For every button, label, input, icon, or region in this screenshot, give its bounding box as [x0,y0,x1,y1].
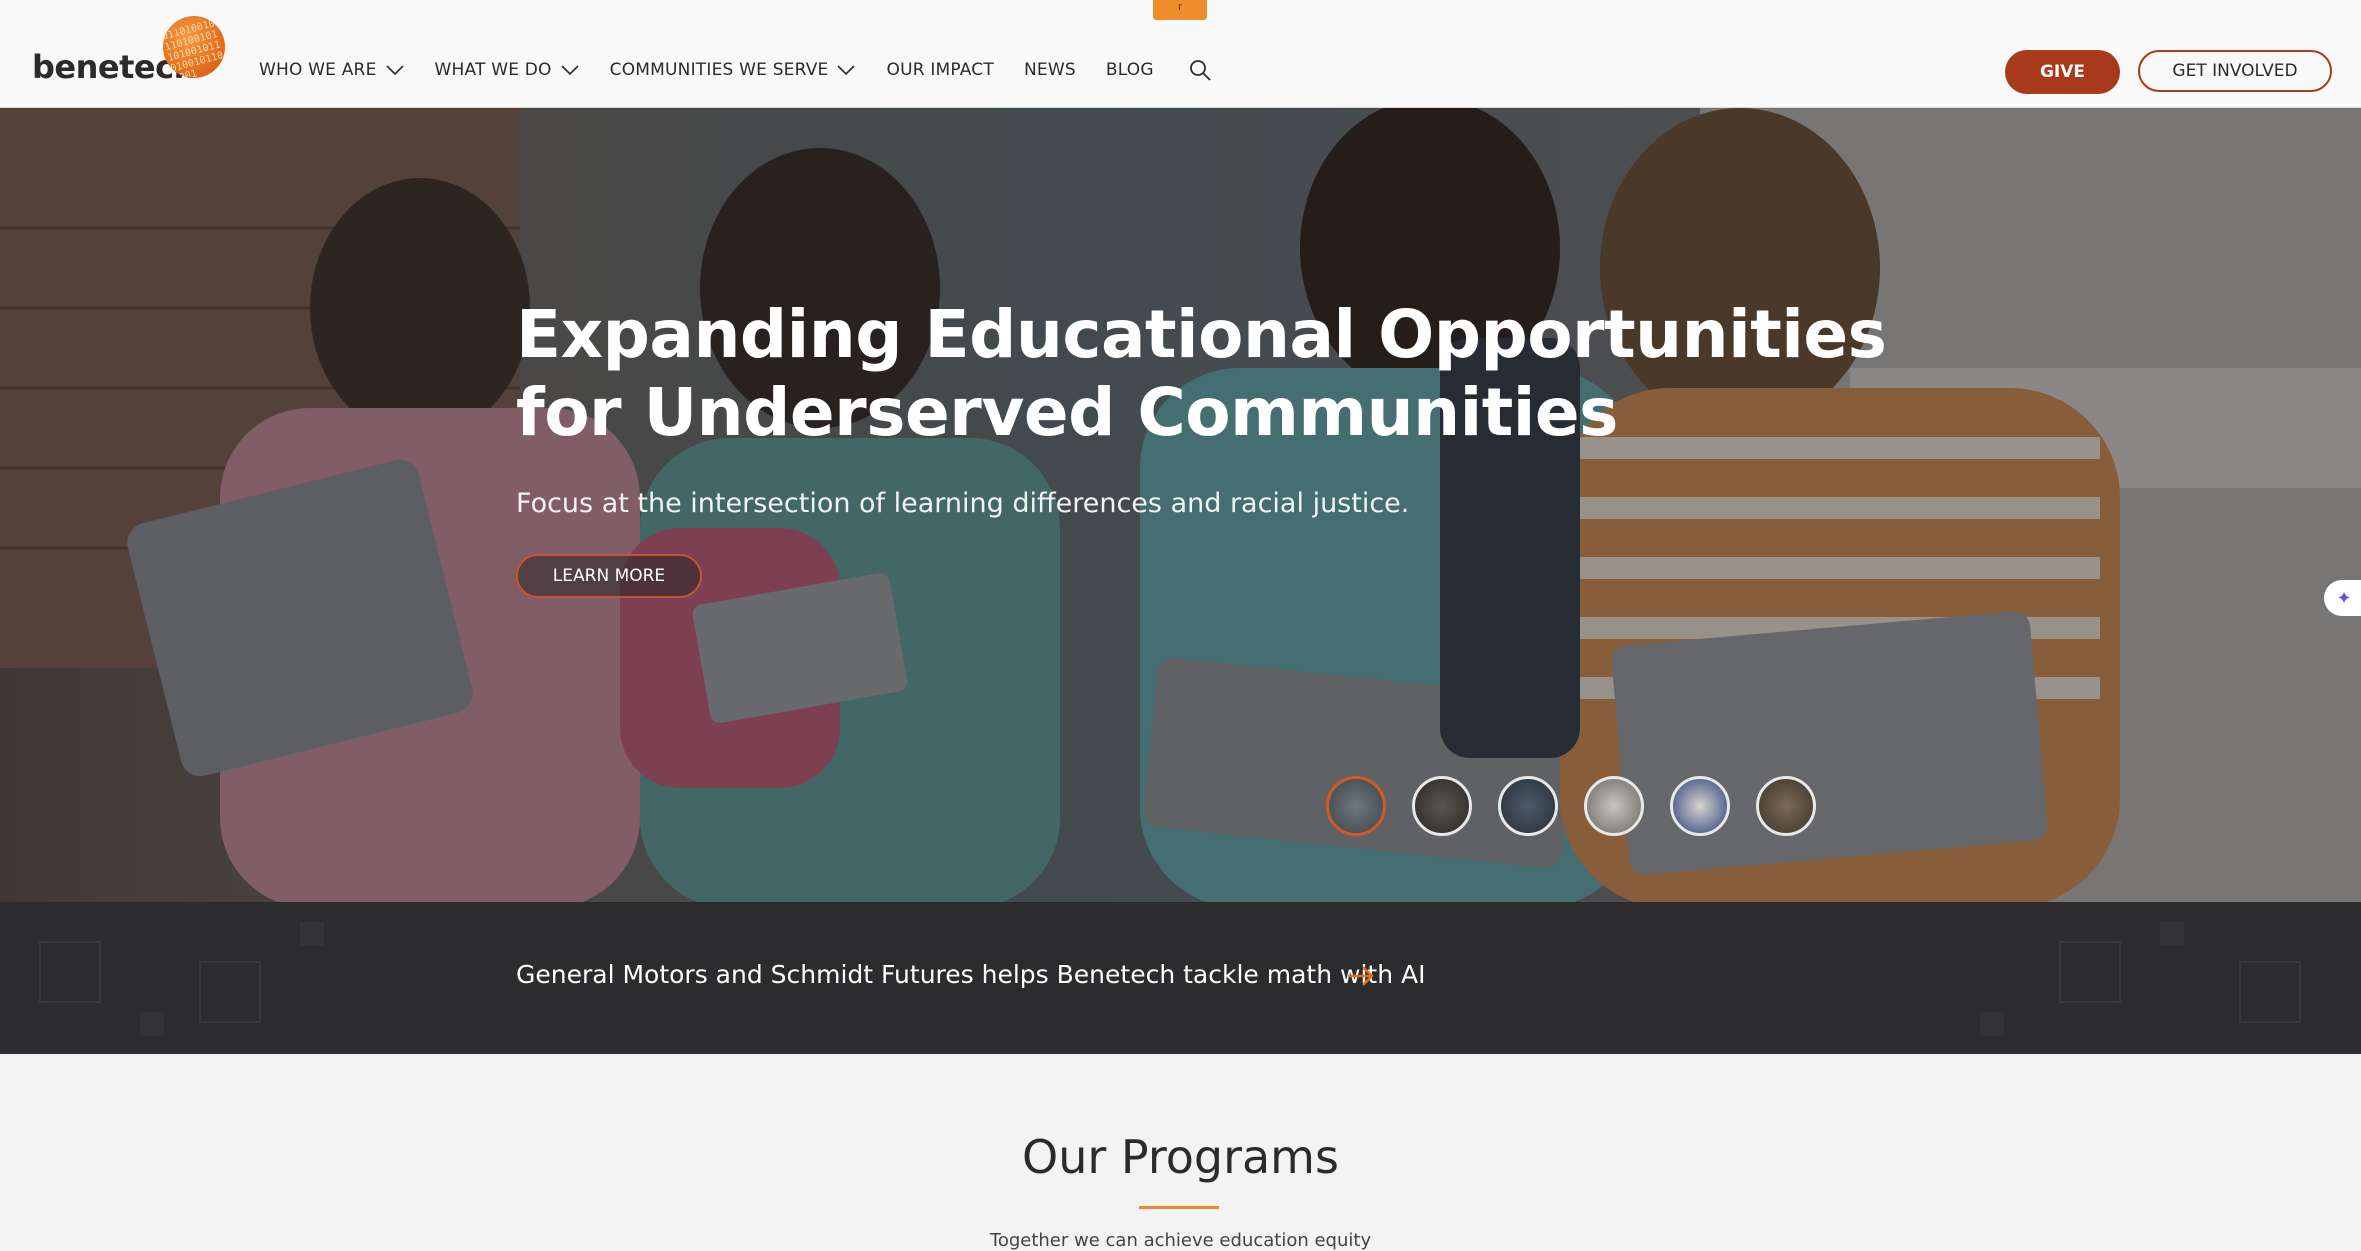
arrow-right-icon[interactable] [1346,964,1376,988]
nav-who-we-are[interactable]: WHO WE ARE [259,60,405,80]
carousel-thumb-6[interactable] [1756,776,1816,836]
carousel-thumb-4[interactable] [1584,776,1644,836]
chevron-down-icon [561,65,579,76]
carousel-thumb-1[interactable] [1326,776,1386,836]
nav-our-impact[interactable]: OUR IMPACT [886,60,993,80]
sparkle-assistant-icon[interactable]: ✦ [2324,580,2361,616]
get-involved-button[interactable]: GET INVOLVED [2138,50,2332,92]
carousel-thumb-2[interactable] [1412,776,1472,836]
nav-blog[interactable]: BLOG [1106,60,1154,80]
carousel-thumbnails [1326,776,1842,836]
main-nav: WHO WE ARE WHAT WE DO COMMUNITIES WE SER… [259,58,1212,82]
hero-title: Expanding Educational Opportunities for … [516,296,1887,451]
nav-communities-we-serve[interactable]: COMMUNITIES WE SERVE [610,60,857,80]
chevron-down-icon [385,65,404,76]
chevron-down-icon [837,65,856,76]
logo-globe-icon: 0110100101101001011010010110100101101001 [163,16,225,78]
programs-section: Our Programs Together we can achieve edu… [0,1054,2361,1251]
hero-subtitle: Focus at the intersection of learning di… [516,488,1410,519]
learn-more-button[interactable]: LEARN MORE [516,554,702,598]
search-icon[interactable] [1188,58,1212,82]
orange-top-tab[interactable]: r [1153,0,1207,20]
site-header: benetech 0110100101101001011010010110100… [0,0,2361,108]
carousel-thumb-5[interactable] [1670,776,1730,836]
benetech-logo[interactable]: benetech 0110100101101001011010010110100… [32,14,232,86]
banner-headline[interactable]: General Motors and Schmidt Futures helps… [516,960,1425,989]
carousel-thumb-3[interactable] [1498,776,1558,836]
nav-what-we-do[interactable]: WHAT WE DO [435,60,580,80]
nav-news[interactable]: NEWS [1024,60,1076,80]
programs-accent-rule [1139,1206,1219,1209]
news-banner[interactable]: General Motors and Schmidt Futures helps… [0,902,2361,1054]
programs-title: Our Programs [1022,1130,1339,1184]
hero-carousel: Expanding Educational Opportunities for … [0,108,2361,902]
give-button[interactable]: GIVE [2005,50,2120,94]
